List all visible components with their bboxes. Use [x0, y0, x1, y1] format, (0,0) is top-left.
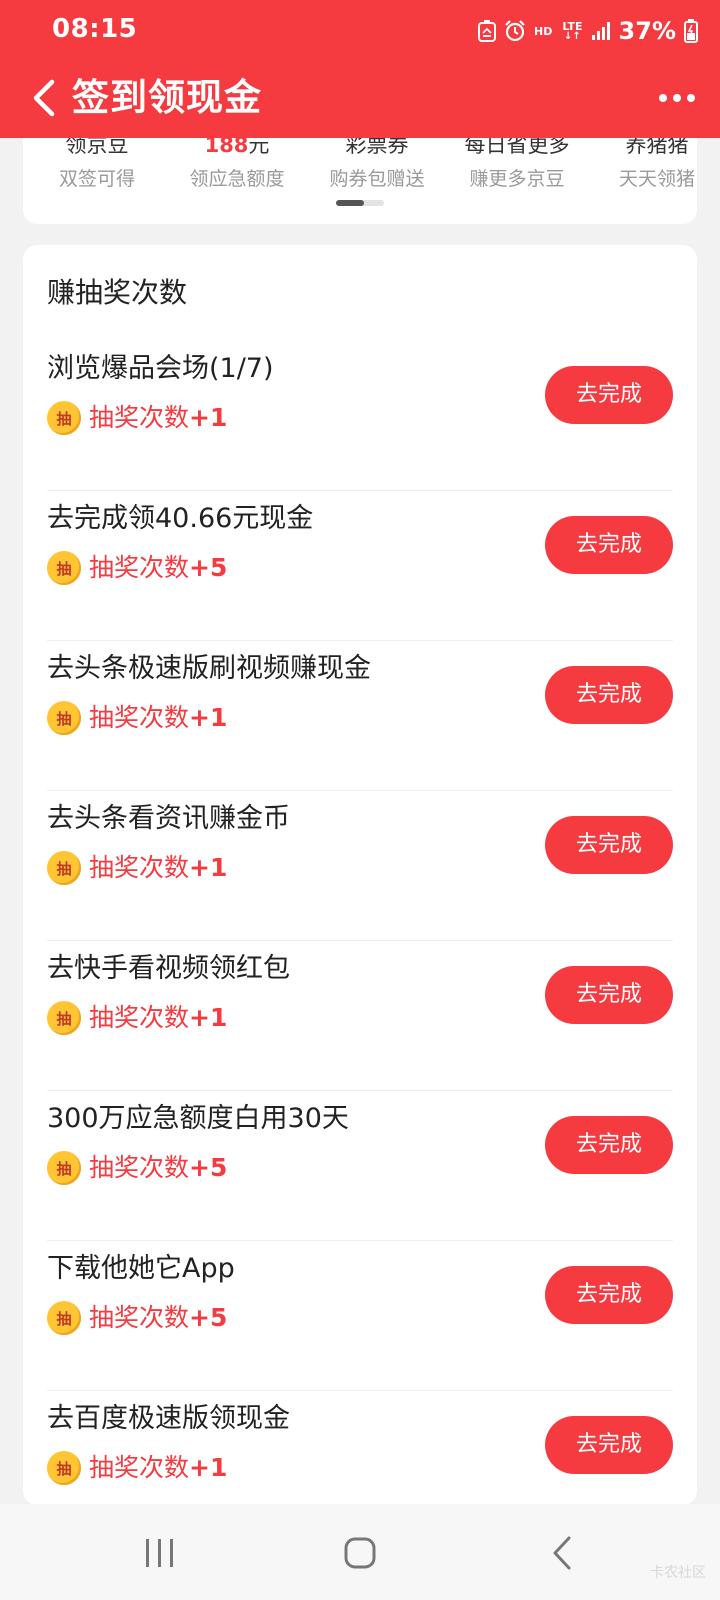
go-complete-button[interactable]: 去完成 — [545, 516, 673, 574]
go-complete-button[interactable]: 去完成 — [545, 1266, 673, 1324]
lottery-badge-icon: 抽 — [47, 701, 81, 735]
watermark: 卡农社区 — [650, 1565, 706, 1581]
recent-apps-icon — [146, 1539, 173, 1567]
benefit-item-emergency-credit[interactable]: 188元 领应急额度 — [167, 132, 307, 192]
lte-label: LTE — [562, 19, 583, 33]
hd-indicator: HD — [533, 24, 553, 38]
reward-label: 抽奖次数 — [89, 1453, 190, 1482]
reward-count: +1 — [189, 1003, 228, 1032]
home-icon — [344, 1537, 376, 1569]
lte-indicator: LTE ↓↑ — [562, 21, 582, 42]
section-title: 赚抽奖次数 — [47, 276, 188, 309]
lte-arrows: ↓↑ — [564, 30, 581, 42]
reward-label: 抽奖次数 — [89, 403, 190, 432]
reward-label: 抽奖次数 — [89, 853, 190, 882]
more-dot-icon — [687, 94, 695, 102]
task-item: 去头条极速版刷视频赚现金 抽 抽奖次数 +1 去完成 — [47, 641, 673, 791]
task-title: 浏览爆品会场(1/7) — [47, 353, 274, 384]
battery-icon — [684, 19, 698, 43]
task-item: 去头条看资讯赚金币 抽 抽奖次数 +1 去完成 — [47, 791, 673, 941]
benefit-subtitle: 双签可得 — [58, 168, 135, 190]
page-title: 签到领现金 — [72, 76, 262, 119]
task-reward: 抽 抽奖次数 +5 — [47, 1149, 227, 1187]
battery-percent: 37% — [618, 17, 676, 45]
benefit-row: 领京豆 双签可得 188元 领应急额度 彩票券 购券包赠送 每日省更多 赚更多京… — [23, 132, 697, 192]
benefit-subtitle: 天天领猪 — [618, 168, 695, 190]
lottery-badge-icon: 抽 — [47, 1151, 81, 1185]
carousel-scroll-thumb — [336, 200, 364, 206]
reward-count: +1 — [189, 853, 228, 882]
benefit-item-lottery-coupon[interactable]: 彩票券 购券包赠送 — [307, 132, 447, 192]
reward-label: 抽奖次数 — [89, 1003, 190, 1032]
benefit-item-jingdou[interactable]: 领京豆 双签可得 — [27, 132, 167, 192]
reward-count: +1 — [189, 703, 228, 732]
reward-count: +5 — [189, 553, 228, 582]
go-complete-button[interactable]: 去完成 — [545, 1116, 673, 1174]
reward-count: +1 — [189, 403, 228, 432]
reward-label: 抽奖次数 — [89, 1303, 190, 1332]
task-item: 浏览爆品会场(1/7) 抽 抽奖次数 +1 去完成 — [47, 341, 673, 491]
go-complete-button[interactable]: 去完成 — [545, 966, 673, 1024]
lottery-badge-icon: 抽 — [47, 551, 81, 585]
home-button[interactable] — [330, 1528, 390, 1578]
lottery-badge-icon: 抽 — [47, 1301, 81, 1335]
go-complete-button[interactable]: 去完成 — [545, 666, 673, 724]
task-reward: 抽 抽奖次数 +1 — [47, 849, 227, 887]
task-item: 去完成领40.66元现金 抽 抽奖次数 +5 去完成 — [47, 491, 673, 641]
task-reward: 抽 抽奖次数 +5 — [47, 1299, 227, 1337]
lottery-badge-icon: 抽 — [47, 401, 81, 435]
status-bar: 08:15 HD LTE ↓↑ 37% — [0, 0, 720, 62]
reward-count: +5 — [189, 1303, 228, 1332]
lottery-badge-icon: 抽 — [47, 1001, 81, 1035]
task-title: 去完成领40.66元现金 — [47, 503, 314, 534]
status-time: 08:15 — [52, 14, 138, 44]
task-reward: 抽 抽奖次数 +1 — [47, 1449, 227, 1487]
system-nav-bar: 卡农社区 — [0, 1504, 720, 1600]
task-reward: 抽 抽奖次数 +1 — [47, 999, 227, 1037]
carousel-scroll-indicator — [336, 200, 384, 206]
task-title: 去头条极速版刷视频赚现金 — [47, 653, 371, 684]
reward-label: 抽奖次数 — [89, 553, 190, 582]
benefit-item-daily-save[interactable]: 每日省更多 赚更多京豆 — [447, 132, 587, 192]
task-reward: 抽 抽奖次数 +1 — [47, 399, 227, 437]
go-complete-button[interactable]: 去完成 — [545, 816, 673, 874]
reward-label: 抽奖次数 — [89, 1153, 190, 1182]
benefit-subtitle: 赚更多京豆 — [469, 168, 565, 190]
back-nav-button[interactable] — [532, 1528, 592, 1578]
back-button[interactable] — [22, 72, 66, 124]
task-item: 300万应急额度白用30天 抽 抽奖次数 +5 去完成 — [47, 1091, 673, 1241]
task-title: 去快手看视频领红包 — [47, 953, 290, 984]
signal-icon — [591, 21, 611, 41]
more-dot-icon — [659, 94, 667, 102]
task-item: 去快手看视频领红包 抽 抽奖次数 +1 去完成 — [47, 941, 673, 1091]
alarm-icon — [504, 20, 526, 42]
more-options-button[interactable] — [652, 76, 702, 120]
reward-count: +5 — [189, 1153, 228, 1182]
task-list-card: 赚抽奖次数 浏览爆品会场(1/7) 抽 抽奖次数 +1 去完成 去完成领40.6… — [23, 245, 697, 1505]
task-title: 去百度极速版领现金 — [47, 1403, 290, 1434]
more-dot-icon — [673, 94, 681, 102]
benefit-subtitle: 领应急额度 — [189, 168, 285, 190]
title-bar: 签到领现金 — [0, 62, 720, 138]
chevron-left-icon — [553, 1536, 571, 1570]
reward-count: +1 — [189, 1453, 228, 1482]
lottery-badge-icon: 抽 — [47, 1451, 81, 1485]
lottery-badge-icon: 抽 — [47, 851, 81, 885]
chevron-left-icon — [33, 79, 55, 117]
go-complete-button[interactable]: 去完成 — [545, 366, 673, 424]
go-complete-button[interactable]: 去完成 — [545, 1416, 673, 1474]
task-reward: 抽 抽奖次数 +5 — [47, 549, 227, 587]
task-reward: 抽 抽奖次数 +1 — [47, 699, 227, 737]
app-header: 08:15 HD LTE ↓↑ 37% 签到领现金 — [0, 0, 720, 138]
task-title: 300万应急额度白用30天 — [47, 1103, 349, 1134]
benefit-subtitle: 购券包赠送 — [329, 168, 425, 190]
recycle-icon — [477, 20, 496, 42]
task-title: 去头条看资讯赚金币 — [47, 803, 290, 834]
reward-label: 抽奖次数 — [89, 703, 190, 732]
benefit-item-raise-pig[interactable]: 养猪猪 天天领猪 — [587, 132, 697, 192]
recent-apps-button[interactable] — [130, 1528, 190, 1578]
status-icons: HD LTE ↓↑ 37% — [477, 14, 698, 48]
task-item: 下载他她它App 抽 抽奖次数 +5 去完成 — [47, 1241, 673, 1391]
task-title: 下载他她它App — [47, 1253, 235, 1284]
